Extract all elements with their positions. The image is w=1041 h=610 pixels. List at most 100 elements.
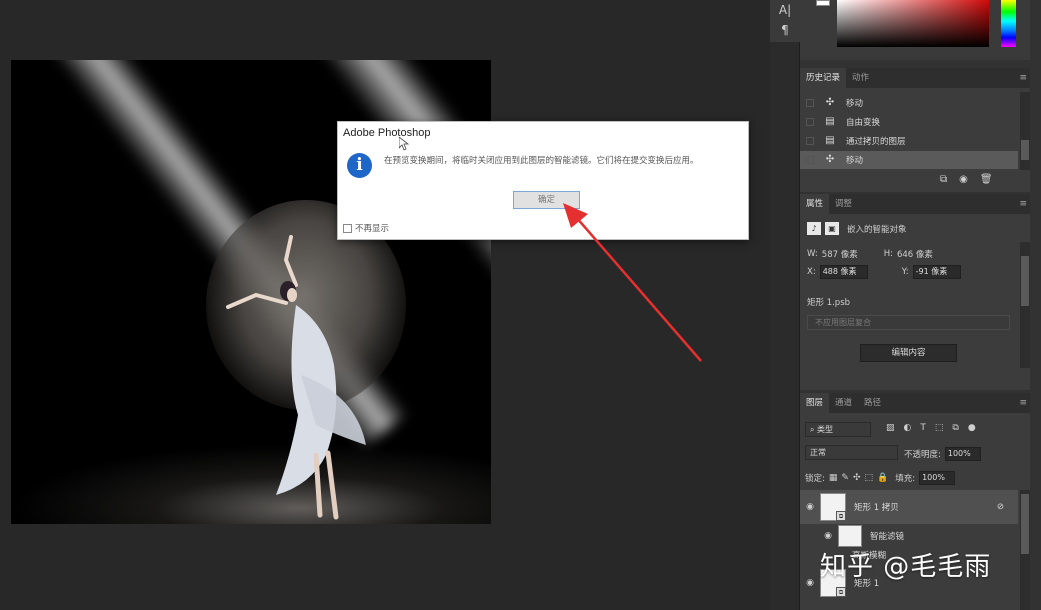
lock-artboard-icon[interactable]: ⬚: [864, 473, 873, 483]
mask-type-icon: ▣: [825, 222, 839, 235]
object-type-label: 嵌入的智能对象: [847, 224, 907, 235]
history-item-label: 自由变换: [846, 118, 881, 128]
smart-object-filter-icon[interactable]: ⧉: [952, 423, 958, 433]
blend-mode-select[interactable]: 正常: [805, 445, 898, 460]
object-type-row: ♪ ▣ 嵌入的智能对象: [807, 222, 907, 235]
trash-icon[interactable]: 🗑: [980, 174, 993, 185]
history-scrollbar[interactable]: [1020, 92, 1030, 170]
y-field[interactable]: -91 像素: [912, 265, 961, 279]
search-icon: ⌕: [810, 425, 818, 434]
layer-filter-select[interactable]: ⌕ 类型: [805, 422, 871, 437]
history-snapshot-checkbox[interactable]: [806, 99, 814, 107]
adjustment-filter-icon[interactable]: ◐: [904, 423, 912, 433]
layer-filter-label: 类型: [817, 425, 834, 434]
lock-position-icon[interactable]: ✣: [853, 473, 861, 483]
smart-filter-link-icon: ⊘: [996, 502, 1004, 512]
history-snapshot-checkbox[interactable]: [806, 156, 814, 164]
x-field[interactable]: 488 像素: [819, 265, 868, 279]
dont-show-again-label: 不再显示: [355, 224, 390, 234]
history-item-label: 移动: [846, 99, 864, 109]
w-value[interactable]: 587 像素: [822, 248, 858, 260]
history-item[interactable]: ✣ 移动: [800, 151, 1018, 169]
layer-row[interactable]: ◉ ⧉ 矩形 1 拷贝 ⊘: [800, 490, 1018, 524]
paragraph-panel-icon[interactable]: ¶: [770, 20, 800, 40]
file-name-row: 矩形 1.psb: [807, 296, 850, 308]
lock-all-icon[interactable]: 🔒: [877, 473, 888, 483]
filter-toggle-icon[interactable]: ●: [968, 423, 976, 433]
layers-scroll-thumb[interactable]: [1021, 494, 1029, 554]
type-filter-icon[interactable]: T: [920, 423, 926, 433]
history-item-label: 移动: [846, 156, 864, 166]
layers-scrollbar[interactable]: [1020, 490, 1030, 610]
move-icon: ✣: [825, 97, 835, 108]
tab-channels[interactable]: 通道: [829, 393, 858, 413]
fill-field[interactable]: 100%: [919, 471, 956, 485]
h-value[interactable]: 646 像素: [897, 248, 933, 260]
smart-object-file-name: 矩形 1.psb: [807, 298, 851, 308]
ok-button[interactable]: 确定: [513, 191, 580, 209]
character-panel-icon[interactable]: A|: [770, 0, 800, 20]
move-icon: ✣: [825, 154, 835, 165]
layer-row[interactable]: ◉ 智能滤镜: [800, 524, 1018, 548]
smart-object-badge-icon: ⧉: [836, 587, 846, 597]
new-document-from-state-icon[interactable]: ⧉: [940, 174, 947, 185]
dont-show-again-option[interactable]: 不再显示: [343, 222, 389, 234]
lock-label: 锁定:: [805, 474, 825, 484]
tab-layers[interactable]: 图层: [800, 393, 830, 413]
properties-scrollbar[interactable]: [1020, 242, 1030, 368]
panel-menu-icon[interactable]: ≡: [1019, 73, 1027, 83]
layer-thumbnail: ⧉: [820, 493, 846, 521]
properties-panel: 属性 调整 ≡ ♪ ▣ 嵌入的智能对象 W: 587 像素 H: 646 像素 …: [800, 194, 1030, 390]
pixel-filter-icon[interactable]: ▨: [886, 423, 895, 433]
history-item[interactable]: ▤ 通过拷贝的图层: [800, 132, 1018, 150]
tab-actions[interactable]: 动作: [846, 68, 875, 88]
layer-name[interactable]: 矩形 1 拷贝: [854, 501, 899, 513]
document-icon: ▤: [825, 116, 835, 127]
camera-icon[interactable]: ◉: [959, 174, 968, 185]
history-item-label: 通过拷贝的图层: [846, 137, 906, 147]
layer-comp-select[interactable]: 不应用图层复合: [807, 315, 1010, 330]
position-row: X: 488 像素 Y: -91 像素: [807, 265, 961, 279]
eye-icon[interactable]: ◉: [800, 502, 820, 512]
dont-show-again-checkbox[interactable]: [343, 223, 352, 233]
foreground-color-swatch[interactable]: [816, 0, 830, 6]
eye-icon[interactable]: ◉: [800, 578, 820, 588]
panel-menu-icon[interactable]: ≡: [1019, 199, 1027, 209]
dancer-image: [226, 235, 366, 520]
tab-properties[interactable]: 属性: [800, 194, 830, 214]
history-snapshot-checkbox[interactable]: [806, 137, 814, 145]
x-label: X:: [807, 267, 816, 277]
opacity-field[interactable]: 100%: [944, 447, 981, 461]
hue-slider[interactable]: [1001, 0, 1016, 47]
properties-panel-tabs: 属性 调整 ≡: [800, 194, 1030, 214]
canvas-workspace[interactable]: [0, 0, 770, 610]
panel-menu-icon[interactable]: ≡: [1019, 398, 1027, 408]
filter-mask-thumbnail: [838, 525, 862, 547]
tab-paths[interactable]: 路径: [858, 393, 887, 413]
layers-panel-tabs: 图层 通道 路径 ≡: [800, 393, 1030, 413]
color-picker-field[interactable]: [837, 0, 989, 47]
history-footer: ⧉ ◉ 🗑: [940, 174, 993, 185]
dialog-message: 在预览变换期间，将临时关闭应用到此图层的智能滤镜。它们将在提交变换后应用。: [384, 156, 699, 166]
watermark: 知乎 @毛毛雨: [820, 552, 992, 582]
opacity-row: 不透明度: 100%: [904, 447, 981, 461]
history-item[interactable]: ▤ 自由变换: [800, 113, 1018, 131]
layer-name[interactable]: 智能滤镜: [870, 530, 904, 542]
history-panel-tabs: 历史记录 动作 ≡: [800, 68, 1030, 88]
fill-label: 填充:: [895, 474, 916, 484]
tab-adjustments[interactable]: 调整: [829, 194, 858, 214]
mouse-cursor-icon: [399, 137, 409, 151]
edit-contents-button[interactable]: 编辑内容: [860, 344, 957, 362]
smart-object-type-icon: ♪: [807, 222, 821, 235]
properties-scroll-thumb[interactable]: [1021, 256, 1029, 306]
tab-history[interactable]: 历史记录: [800, 68, 847, 88]
history-scroll-thumb[interactable]: [1021, 140, 1029, 160]
history-snapshot-checkbox[interactable]: [806, 118, 814, 126]
shape-filter-icon[interactable]: ⬚: [935, 423, 944, 433]
h-label: H:: [883, 249, 893, 259]
lock-image-icon[interactable]: ✎: [841, 473, 849, 483]
eye-icon[interactable]: ◉: [818, 531, 838, 541]
history-item[interactable]: ✣ 移动: [800, 94, 1018, 112]
right-panels: 历史记录 动作 ≡ ✣ 移动 ▤ 自由变换 ▤ 通过拷贝的图层 ✣ 移动 ⧉ ◉…: [800, 0, 1041, 610]
lock-transparent-icon[interactable]: ▦: [829, 473, 838, 483]
